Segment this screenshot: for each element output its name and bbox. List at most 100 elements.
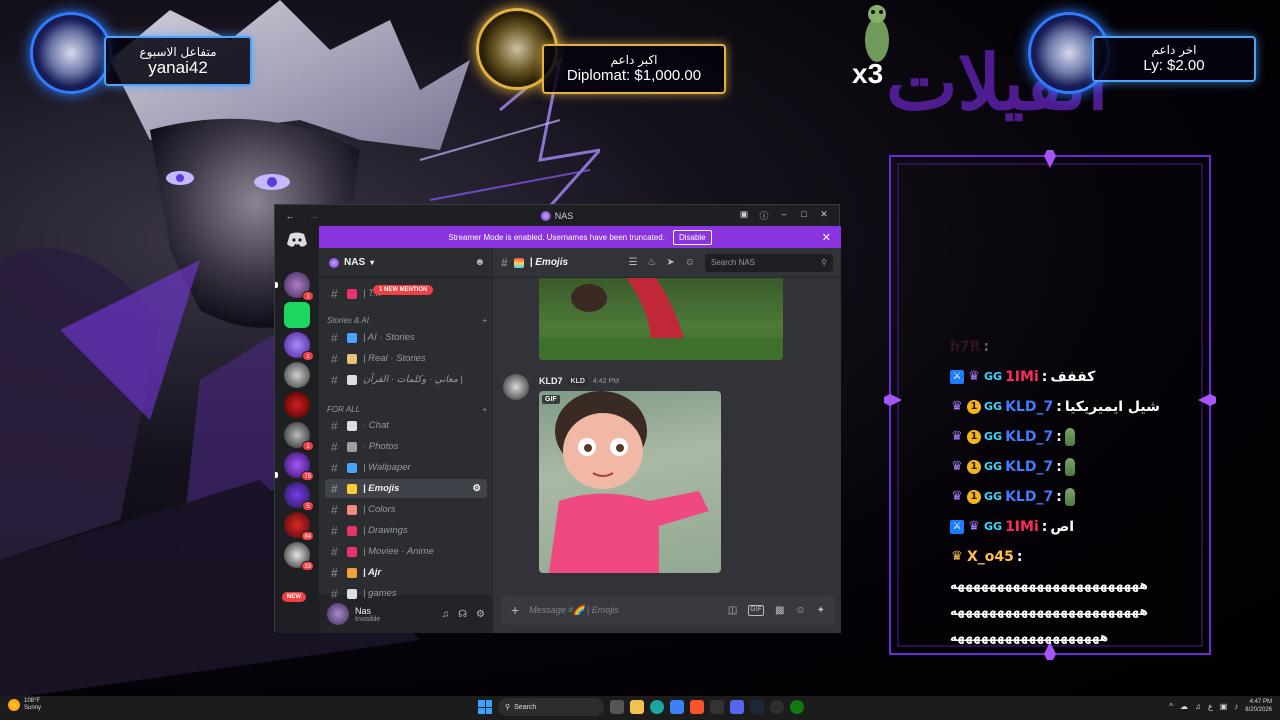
microphone-icon[interactable]: ♫ bbox=[442, 609, 450, 620]
channel-item[interactable]: # | games bbox=[325, 584, 487, 603]
bell-icon[interactable]: ♨ bbox=[647, 257, 656, 268]
forward-arrow-icon[interactable]: → bbox=[305, 211, 323, 221]
apps-icon[interactable]: ✦ bbox=[817, 605, 825, 616]
sticker-icon[interactable]: ▩ bbox=[775, 605, 784, 616]
turkey-scene-image bbox=[539, 278, 783, 360]
threads-icon[interactable]: ☰ bbox=[628, 257, 637, 268]
minimize-button[interactable]: – bbox=[775, 209, 793, 222]
members-icon[interactable]: ☺ bbox=[685, 257, 695, 268]
chat-username: X_o45 bbox=[967, 549, 1014, 565]
category-header[interactable]: FOR ALL + bbox=[327, 405, 487, 414]
channel-item[interactable]: # | Ajr bbox=[325, 563, 487, 582]
add-friend-icon[interactable]: ☻ bbox=[474, 257, 485, 268]
frog-emote-icon bbox=[865, 5, 889, 62]
message-header: KLD7 KLD 4:42 PM bbox=[539, 376, 619, 386]
message-author[interactable]: KLD7 bbox=[539, 376, 563, 386]
add-channel-icon[interactable]: + bbox=[482, 316, 487, 325]
hash-icon: # bbox=[331, 372, 338, 387]
discord-taskbar-icon[interactable] bbox=[730, 700, 744, 714]
chat-message: ⚔ ♛ GG 1IMi: اص bbox=[950, 512, 1190, 542]
channel-name: | Wallpaper bbox=[363, 462, 411, 473]
volume-icon[interactable]: ♪ bbox=[1234, 702, 1238, 711]
back-arrow-icon[interactable]: ← bbox=[281, 211, 299, 221]
emoji-icon[interactable]: ☺ bbox=[795, 605, 805, 616]
channel-item[interactable]: # | Wallpaper bbox=[325, 458, 487, 477]
help-icon[interactable]: ⓘ bbox=[755, 209, 773, 222]
channel-item[interactable]: # | Drawings bbox=[325, 521, 487, 540]
channel-emoji-icon bbox=[347, 332, 357, 343]
channel-item[interactable]: # | Moviee · Anime bbox=[325, 542, 487, 561]
channel-item[interactable]: # | Real · Stories bbox=[325, 349, 487, 368]
network-icon[interactable]: ▣ bbox=[1220, 702, 1228, 711]
start-button[interactable] bbox=[478, 700, 492, 714]
channel-item[interactable]: # | Emojis ⚙ bbox=[325, 479, 487, 498]
server-icon-6[interactable]: 1 bbox=[284, 422, 314, 451]
previous-gif[interactable] bbox=[539, 278, 783, 360]
obs-icon[interactable] bbox=[770, 700, 784, 714]
rainbow-emoji-icon bbox=[513, 257, 524, 268]
new-servers-pill[interactable]: NEW bbox=[282, 592, 306, 602]
message-author-avatar[interactable] bbox=[503, 374, 529, 400]
message-composer[interactable]: + Message #🌈 | Emojis ◫ GIF ▩ ☺ ✦ bbox=[501, 595, 835, 625]
edge-icon[interactable] bbox=[650, 700, 664, 714]
weather-desc: Sunny bbox=[24, 705, 42, 711]
moderator-badge-icon: ⚔ bbox=[950, 520, 964, 534]
category-header[interactable]: Stories & AI + bbox=[327, 316, 487, 325]
add-channel-icon[interactable]: + bbox=[482, 405, 487, 414]
close-banner-icon[interactable]: ✕ bbox=[822, 231, 831, 244]
chevron-up-icon[interactable]: ^ bbox=[1169, 702, 1173, 711]
brave-icon[interactable] bbox=[690, 700, 704, 714]
server-icon-7[interactable]: 75 bbox=[284, 452, 314, 481]
clock[interactable]: 4:47 PM 8/20/2026 bbox=[1245, 698, 1272, 714]
channel-item[interactable]: # · Photos bbox=[325, 437, 487, 456]
channel-settings-gear-icon[interactable]: ⚙ bbox=[472, 483, 481, 494]
task-view-icon[interactable] bbox=[610, 700, 624, 714]
moderator-badge-icon: ⚔ bbox=[950, 370, 964, 384]
cartoon-girl-gif[interactable]: GIF bbox=[539, 391, 721, 573]
server-icon-8[interactable]: 5 bbox=[284, 482, 314, 511]
cloud-icon[interactable]: ☁ bbox=[1180, 702, 1188, 711]
inbox-icon[interactable]: ▣ bbox=[735, 209, 753, 222]
discord-home-icon[interactable] bbox=[286, 232, 308, 248]
chevron-down-icon: ▾ bbox=[370, 258, 375, 267]
pin-icon[interactable]: ➤ bbox=[666, 257, 674, 268]
weather-widget[interactable]: 108°F Sunny bbox=[8, 698, 41, 712]
server-icon-10[interactable]: 33 bbox=[284, 542, 314, 571]
maximize-button[interactable]: □ bbox=[795, 209, 813, 222]
chat-separator: : bbox=[1016, 549, 1023, 565]
channel-item[interactable]: # | Colors bbox=[325, 500, 487, 519]
search-input[interactable]: Search NAS ⚲ bbox=[705, 253, 833, 272]
gif-picker-icon[interactable]: GIF bbox=[748, 604, 764, 616]
gift-icon[interactable]: ◫ bbox=[728, 605, 737, 616]
taskbar-search[interactable]: ⚲ Search bbox=[498, 698, 604, 716]
channel-item[interactable]: # | AI · Stories bbox=[325, 328, 487, 347]
disable-streamer-mode-button[interactable]: Disable bbox=[672, 229, 712, 245]
chat-text: كففف bbox=[1050, 369, 1096, 385]
server-icon-1[interactable]: 1 bbox=[284, 272, 314, 301]
language-indicator[interactable]: ع bbox=[1208, 702, 1213, 711]
close-button[interactable]: ✕ bbox=[815, 209, 833, 222]
channel-item[interactable]: # · Chat bbox=[325, 416, 487, 435]
user-avatar[interactable] bbox=[327, 603, 349, 625]
server-icon-5[interactable] bbox=[284, 392, 310, 418]
headphones-icon[interactable]: ☊ bbox=[458, 609, 467, 620]
new-mention-pill[interactable]: 1 NEW MENTION bbox=[373, 285, 434, 295]
terminal-icon[interactable] bbox=[710, 700, 724, 714]
weather-temp: 108°F bbox=[24, 698, 41, 704]
mic-tray-icon[interactable]: ♫ bbox=[1195, 702, 1201, 711]
chat-separator: : bbox=[1056, 459, 1062, 475]
steam-icon[interactable] bbox=[750, 700, 764, 714]
add-attachment-icon[interactable]: + bbox=[511, 602, 519, 618]
server-icon-3[interactable]: 1 bbox=[284, 332, 314, 361]
store-icon[interactable] bbox=[670, 700, 684, 714]
file-explorer-icon[interactable] bbox=[630, 700, 644, 714]
server-icon-2[interactable] bbox=[284, 302, 310, 328]
server-icon-9[interactable]: 84 bbox=[284, 512, 314, 541]
chat-separator: : bbox=[1041, 369, 1048, 385]
xbox-icon[interactable] bbox=[790, 700, 804, 714]
hash-icon: # bbox=[501, 255, 508, 270]
server-icon-4[interactable] bbox=[284, 362, 310, 388]
settings-gear-icon[interactable]: ⚙ bbox=[476, 609, 485, 620]
channel-item[interactable]: # معاني · وكلمات · القرآن | bbox=[325, 370, 487, 389]
server-header[interactable]: NAS ▾ ☻ bbox=[319, 248, 493, 278]
